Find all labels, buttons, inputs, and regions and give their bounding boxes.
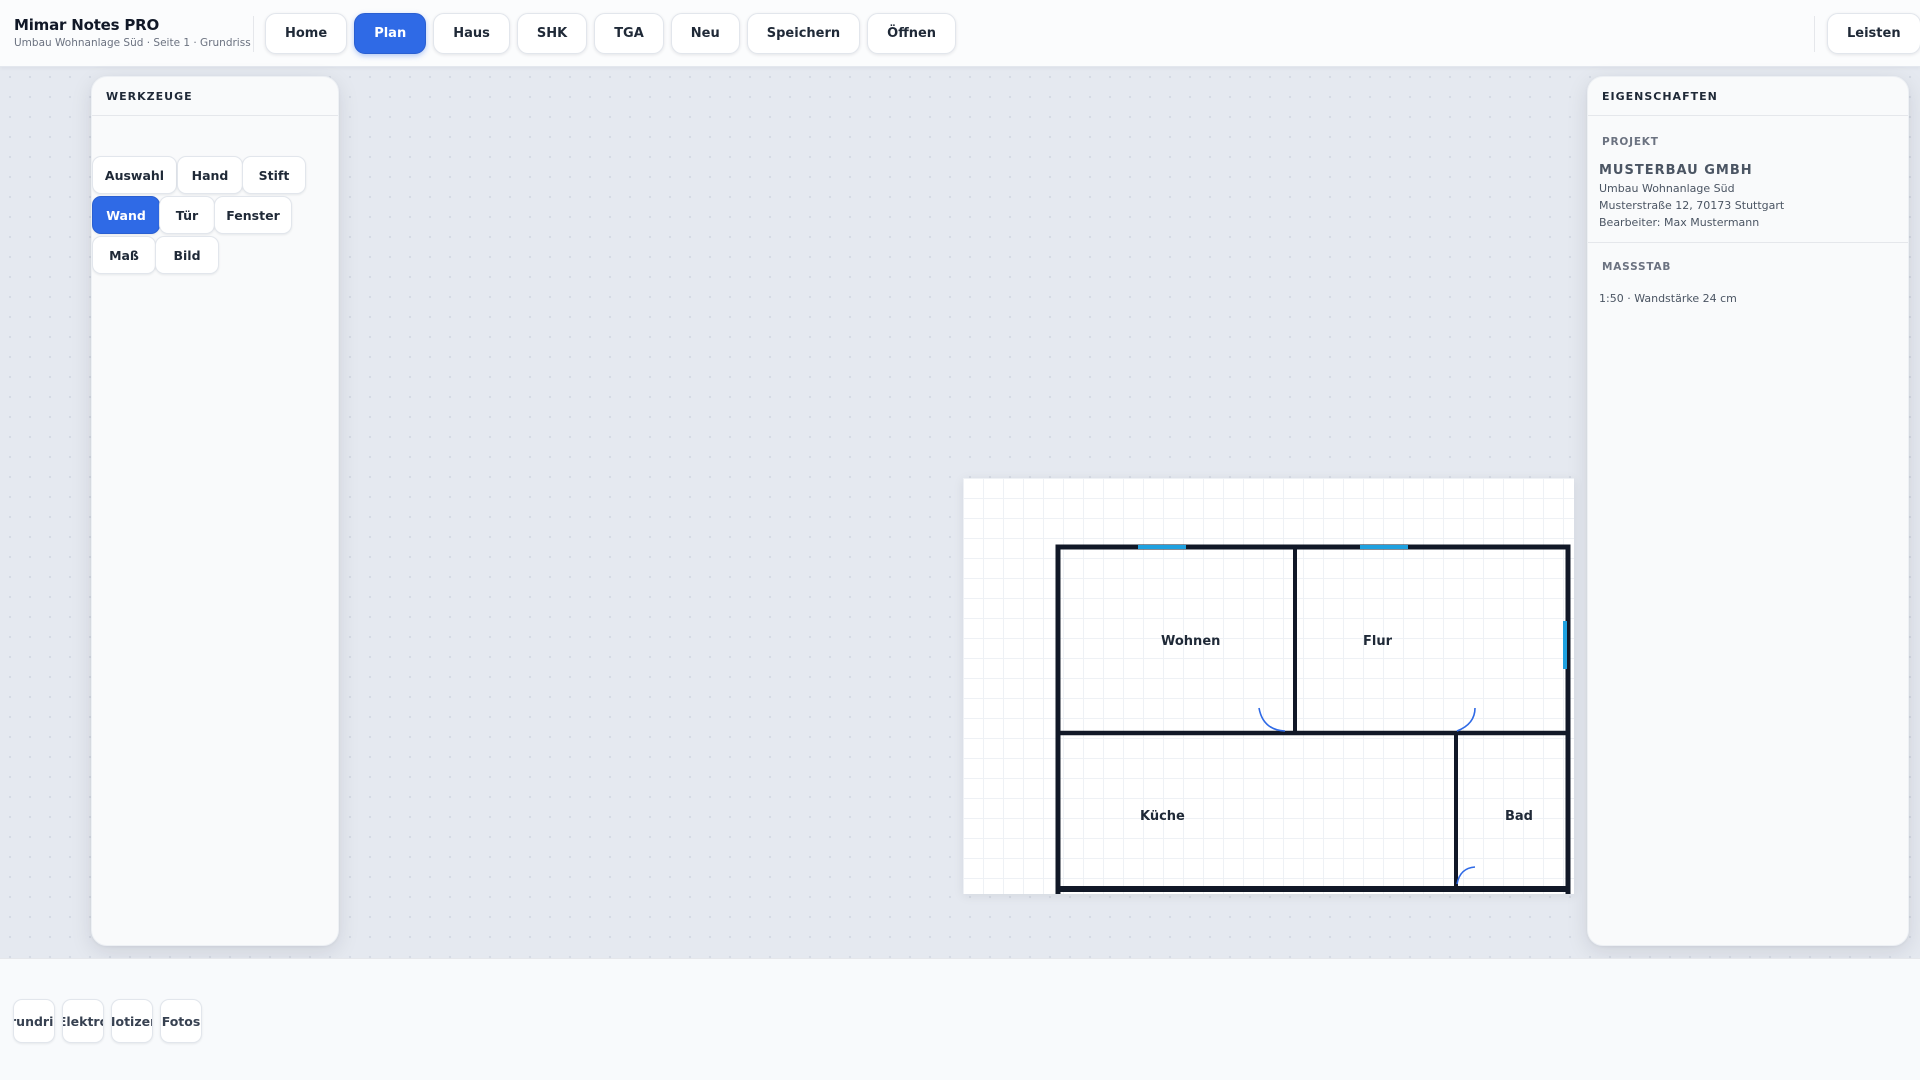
door[interactable] <box>1456 866 1476 885</box>
nav-shk-button[interactable]: SHK <box>516 13 588 54</box>
door[interactable] <box>1456 707 1476 732</box>
page-tab-bar: Grundriss Elektro Notizen Fotos <box>0 958 1920 1080</box>
tool-measure-button[interactable]: Maß <box>92 236 156 274</box>
app-title: Mimar Notes PRO <box>14 16 160 34</box>
room-label-flur: Flur <box>1363 634 1393 649</box>
floor-plan-sheet[interactable]: Wohnen Flur Küche Bad <box>963 478 1574 894</box>
room-label-bad: Bad <box>1505 809 1533 824</box>
properties-panel: EIGENSCHAFTEN PROJEKT MUSTERBAU GMBH Umb… <box>1587 76 1909 946</box>
page-tab-fotos[interactable]: Fotos <box>160 999 202 1043</box>
toolbar-divider <box>253 16 254 52</box>
tool-hand-button[interactable]: Hand <box>177 156 243 194</box>
toggle-panels-button[interactable]: Leisten <box>1827 13 1920 54</box>
save-button[interactable]: Speichern <box>746 13 861 54</box>
company-name: MUSTERBAU GMBH <box>1599 163 1753 178</box>
nav-haus-button[interactable]: Haus <box>433 13 510 54</box>
room-label-wohnen: Wohnen <box>1161 634 1220 649</box>
main-nav: Home Plan Haus SHK TGA Neu Speichern Öff… <box>265 13 957 54</box>
project-editor: Bearbeiter: Max Mustermann <box>1599 216 1760 229</box>
app-brand: Mimar Notes PRO Umbau Wohnanlage Süd · S… <box>14 16 251 49</box>
properties-heading: EIGENSCHAFTEN <box>1588 77 1908 116</box>
room-label-kueche: Küche <box>1140 809 1185 824</box>
page-tab-elektro[interactable]: Elektro <box>62 999 104 1043</box>
project-name: Umbau Wohnanlage Süd <box>1599 182 1735 195</box>
nav-home-button[interactable]: Home <box>265 13 348 54</box>
scale-section-heading: MASSSTAB <box>1602 261 1672 273</box>
project-address: Musterstraße 12, 70173 Stuttgart <box>1599 199 1785 212</box>
floor-plan-drawing: Wohnen Flur Küche Bad <box>1055 544 1571 894</box>
page-tabs: Grundriss Elektro Notizen Fotos <box>13 999 202 1043</box>
tool-grid: Auswahl Hand Stift Wand Tür Fenster Maß … <box>92 116 338 274</box>
toolbar-divider-right <box>1814 16 1815 52</box>
nav-plan-button[interactable]: Plan <box>354 13 427 54</box>
tools-heading: WERKZEUGE <box>92 77 338 116</box>
tools-panel: WERKZEUGE Auswahl Hand Stift Wand Tür Fe… <box>91 76 339 946</box>
nav-tga-button[interactable]: TGA <box>594 13 664 54</box>
tool-wall-button[interactable]: Wand <box>92 196 160 234</box>
scale-value: 1:50 · Wandstärke 24 cm <box>1599 292 1737 305</box>
tool-door-button[interactable]: Tür <box>159 196 215 234</box>
tool-pen-button[interactable]: Stift <box>242 156 306 194</box>
open-button[interactable]: Öffnen <box>867 13 957 54</box>
project-section-heading: PROJEKT <box>1602 136 1659 148</box>
door[interactable] <box>1258 707 1286 732</box>
tool-image-button[interactable]: Bild <box>155 236 219 274</box>
page-tab-notizen[interactable]: Notizen <box>111 999 153 1043</box>
outer-wall[interactable] <box>1055 544 1571 894</box>
page-tab-grundriss[interactable]: Grundriss <box>13 999 55 1043</box>
tool-window-button[interactable]: Fenster <box>214 196 292 234</box>
top-toolbar: Mimar Notes PRO Umbau Wohnanlage Süd · S… <box>0 0 1920 67</box>
new-button[interactable]: Neu <box>670 13 740 54</box>
tool-select-button[interactable]: Auswahl <box>92 156 177 194</box>
document-subtitle: Umbau Wohnanlage Süd · Seite 1 · Grundri… <box>14 37 251 49</box>
